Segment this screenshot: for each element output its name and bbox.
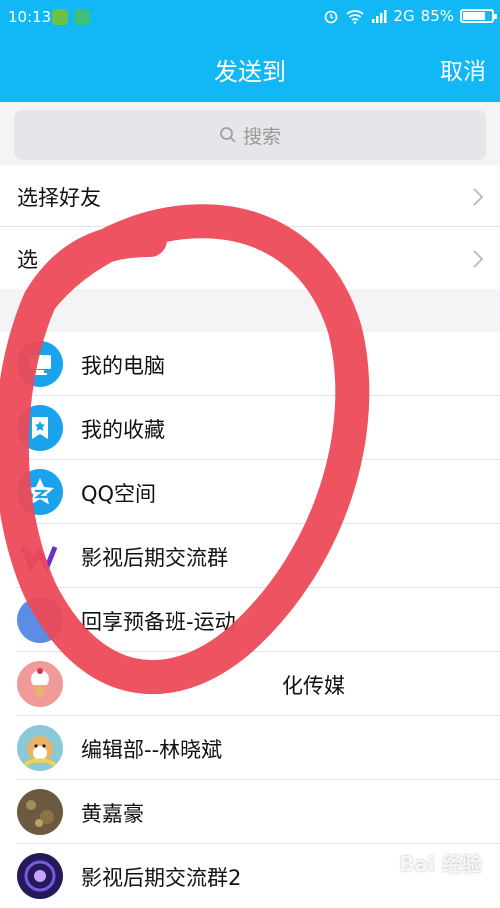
cancel-button[interactable]: 取消 <box>440 52 486 86</box>
group-avatar <box>17 661 63 707</box>
scan-app-icon <box>74 9 90 25</box>
status-bar: 10:13 2G 85% <box>0 0 500 34</box>
battery-level <box>463 12 485 20</box>
wifi-icon <box>346 10 365 24</box>
list-item[interactable]: 影视后期交流群 <box>0 524 500 588</box>
list-item[interactable]: 我的收藏 <box>0 396 500 460</box>
group-avatar <box>17 533 63 579</box>
status-icons: 2G 85% <box>323 7 497 25</box>
select-group-label: 选 <box>17 248 38 272</box>
favorite-icon <box>17 405 63 451</box>
contact-name: 化传媒 <box>282 674 345 698</box>
title-bar: 发送到 取消 <box>0 34 500 102</box>
contact-name: 影视后期交流群2 <box>81 866 242 890</box>
select-group-row[interactable]: 选 <box>0 227 500 289</box>
contact-name: 我的电脑 <box>81 354 165 378</box>
group-avatar <box>17 597 63 643</box>
wechat-app-icon <box>52 9 68 25</box>
chevron-right-icon <box>473 250 484 268</box>
contact-name: 编辑部--林晓斌 <box>81 738 223 762</box>
battery-percent: 85% <box>420 7 454 25</box>
watermark: Bai 经验 <box>399 852 482 876</box>
list-item[interactable]: 黄嘉豪 <box>0 780 500 844</box>
section-gap <box>0 290 500 332</box>
contact-name: 回享预备班-运动 <box>81 610 236 634</box>
list-item[interactable]: 编辑部--林晓斌 <box>0 716 500 780</box>
select-friends-label: 选择好友 <box>17 186 101 210</box>
clock: 10:13 <box>8 8 52 26</box>
contact-name: 我的收藏 <box>81 418 165 442</box>
signal-icon <box>372 10 387 23</box>
qzone-icon <box>17 469 63 515</box>
chevron-right-icon <box>473 188 484 206</box>
list-item[interactable]: 化传媒 <box>0 652 500 716</box>
page-title: 发送到 <box>214 58 286 86</box>
search-placeholder: 搜索 <box>242 125 281 148</box>
battery-icon <box>460 9 497 23</box>
user-avatar <box>17 725 63 771</box>
search-input[interactable]: 搜索 <box>14 110 486 160</box>
contact-name: 影视后期交流群 <box>81 546 228 570</box>
network-type: 2G <box>393 7 415 25</box>
user-avatar <box>17 789 63 835</box>
list-item[interactable]: QQ空间 <box>0 460 500 524</box>
computer-icon <box>17 341 63 387</box>
alarm-icon <box>325 10 338 24</box>
list-item[interactable]: 回享预备班-运动 <box>0 588 500 652</box>
group-avatar <box>17 853 63 899</box>
contact-name: 黄嘉豪 <box>81 802 144 826</box>
list-item[interactable]: 我的电脑 <box>0 332 500 396</box>
contact-name: QQ空间 <box>81 482 157 506</box>
search-icon <box>220 127 236 143</box>
select-friends-row[interactable]: 选择好友 <box>0 165 500 227</box>
search-area: 搜索 <box>0 102 500 168</box>
